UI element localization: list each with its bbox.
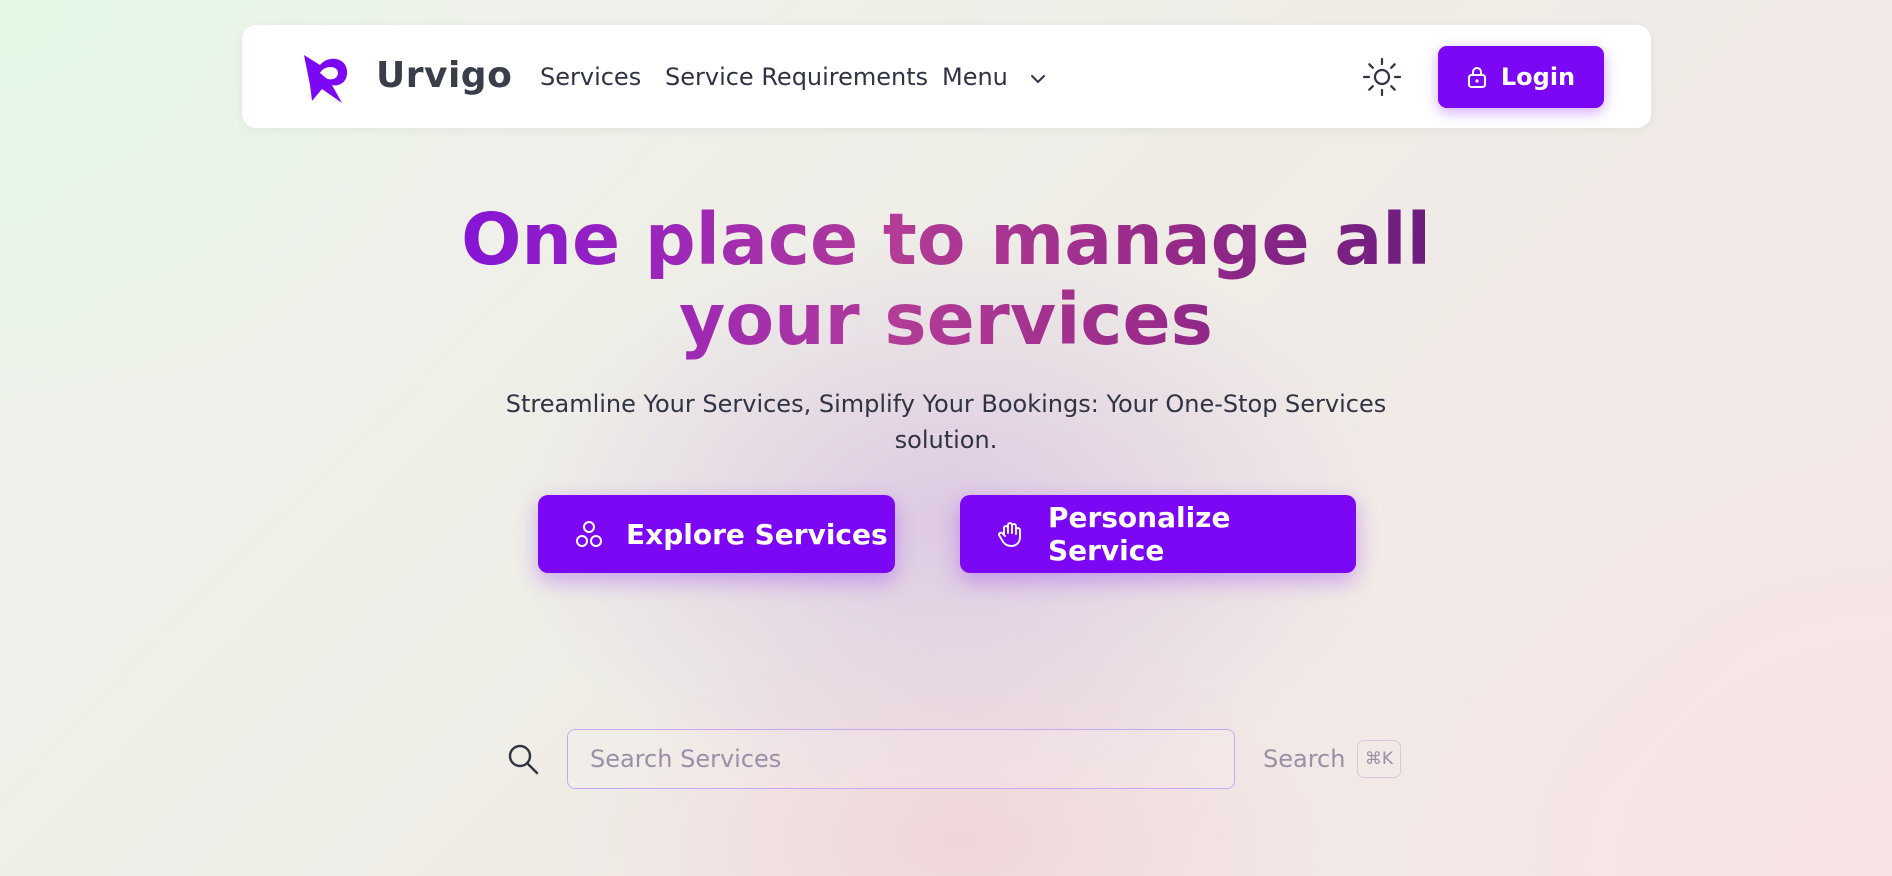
hero-subtitle-line-2: solution. (894, 426, 998, 454)
nav-link-services[interactable]: Services (540, 63, 641, 91)
nav-link-service-requirements[interactable]: Service Requirements (665, 63, 928, 91)
hero-subtitle: Streamline Your Services, Simplify Your … (496, 386, 1396, 458)
hero-title-line-1: One place to manage all (461, 198, 1431, 281)
search-input[interactable] (567, 729, 1235, 789)
hero-title-line-2: your services (679, 278, 1213, 361)
hand-icon (998, 522, 1021, 547)
top-navbar: Urvigo Services Service Requirements Men… (242, 25, 1651, 128)
urvigo-logo[interactable] (298, 51, 350, 105)
personalize-service-button[interactable]: Personalize Service (960, 495, 1356, 573)
search-icon (508, 744, 539, 775)
search-shortcut-badge: ⌘K (1357, 740, 1401, 778)
explore-services-label: Explore Services (626, 517, 888, 551)
lock-icon (1467, 67, 1486, 88)
login-label: Login (1500, 63, 1576, 91)
nav-menu-dropdown[interactable]: Menu (942, 63, 1008, 91)
brand-name[interactable]: Urvigo (376, 55, 512, 96)
search-button[interactable]: Search (1263, 745, 1345, 773)
sun-icon[interactable] (1360, 55, 1404, 99)
hero-title: One place to manage all your services (446, 200, 1446, 360)
explore-services-button[interactable]: Explore Services (538, 495, 895, 573)
chevron-down-icon[interactable] (1028, 69, 1048, 89)
circles-icon (576, 521, 602, 547)
personalize-service-label: Personalize Service (1047, 501, 1231, 567)
hero-subtitle-line-1: Streamline Your Services, Simplify Your … (505, 390, 1387, 418)
login-button[interactable]: Login (1438, 46, 1604, 108)
